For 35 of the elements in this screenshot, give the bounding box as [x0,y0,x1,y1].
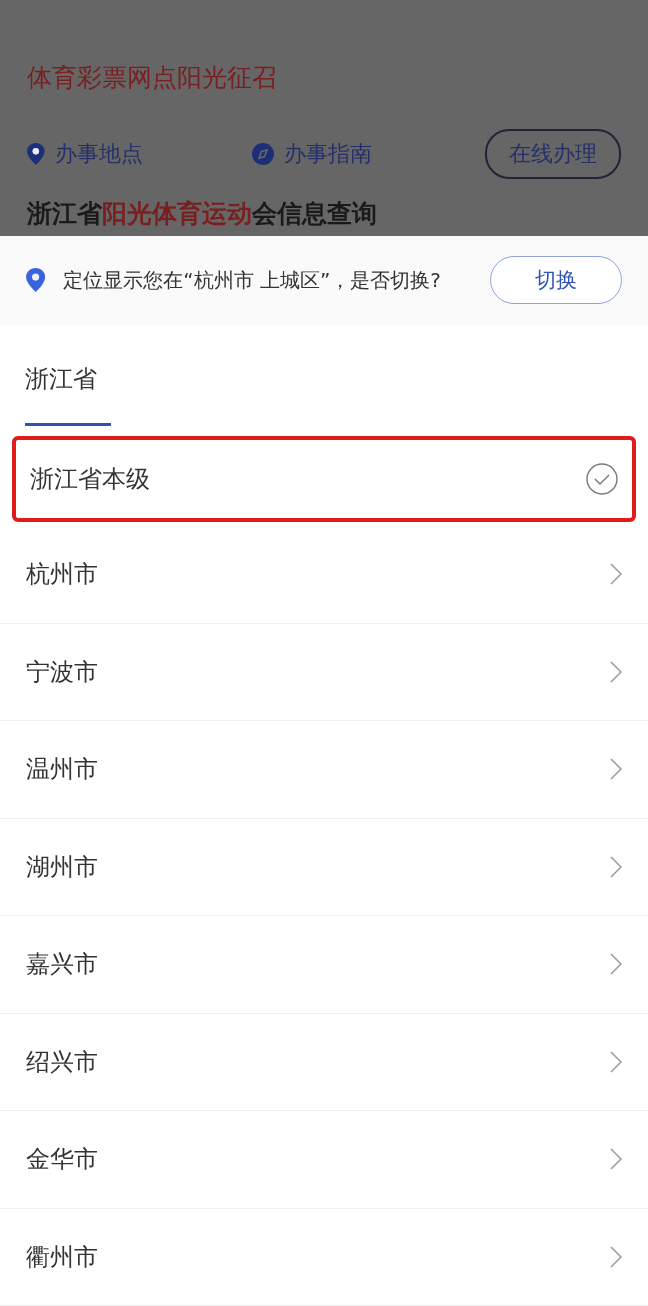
region-row[interactable]: 绍兴市 [0,1013,648,1111]
region-name: 浙江省本级 [30,464,150,495]
chevron-right-icon [610,1148,622,1171]
chevron-right-icon [610,563,622,586]
region-name: 宁波市 [26,656,98,688]
chevron-right-icon [610,660,622,683]
region-row[interactable]: 宁波市 [0,623,648,721]
region-name: 绍兴市 [26,1046,98,1078]
region-name: 嘉兴市 [26,949,98,981]
chevron-right-icon [610,953,622,976]
compass-icon [252,143,274,165]
region-name: 温州市 [26,754,98,786]
check-circle-icon [586,463,618,495]
region-name: 衢州市 [26,1241,98,1273]
chevron-right-icon [610,1245,622,1268]
switch-button[interactable]: 切换 [490,256,622,305]
chevron-right-icon [610,758,622,781]
region-name: 杭州市 [26,559,98,591]
region-row[interactable]: 温州市 [0,721,648,819]
region-row[interactable]: 金华市 [0,1111,648,1209]
region-row[interactable]: 嘉兴市 [0,916,648,1014]
location-pin-icon [26,268,46,293]
region-row[interactable]: 湖州市 [0,818,648,916]
location-pin-icon [27,143,45,165]
region-row[interactable]: 衢州市 [0,1208,648,1306]
chevron-right-icon [610,1050,622,1073]
region-row[interactable]: 杭州市 [0,526,648,624]
section-heading: 浙江省阳光体育运动会信息查询 [27,198,378,230]
chevron-right-icon [610,855,622,878]
page-title: 体育彩票网点阳光征召 [27,62,278,94]
region-name: 金华市 [26,1144,98,1176]
region-name: 湖州市 [26,851,98,883]
location-message: 定位显示您在“杭州市 上城区”，是否切换? [63,267,442,295]
selected-region-row[interactable]: 浙江省本级 [12,436,636,522]
province-tab[interactable]: 浙江省 [25,363,111,426]
